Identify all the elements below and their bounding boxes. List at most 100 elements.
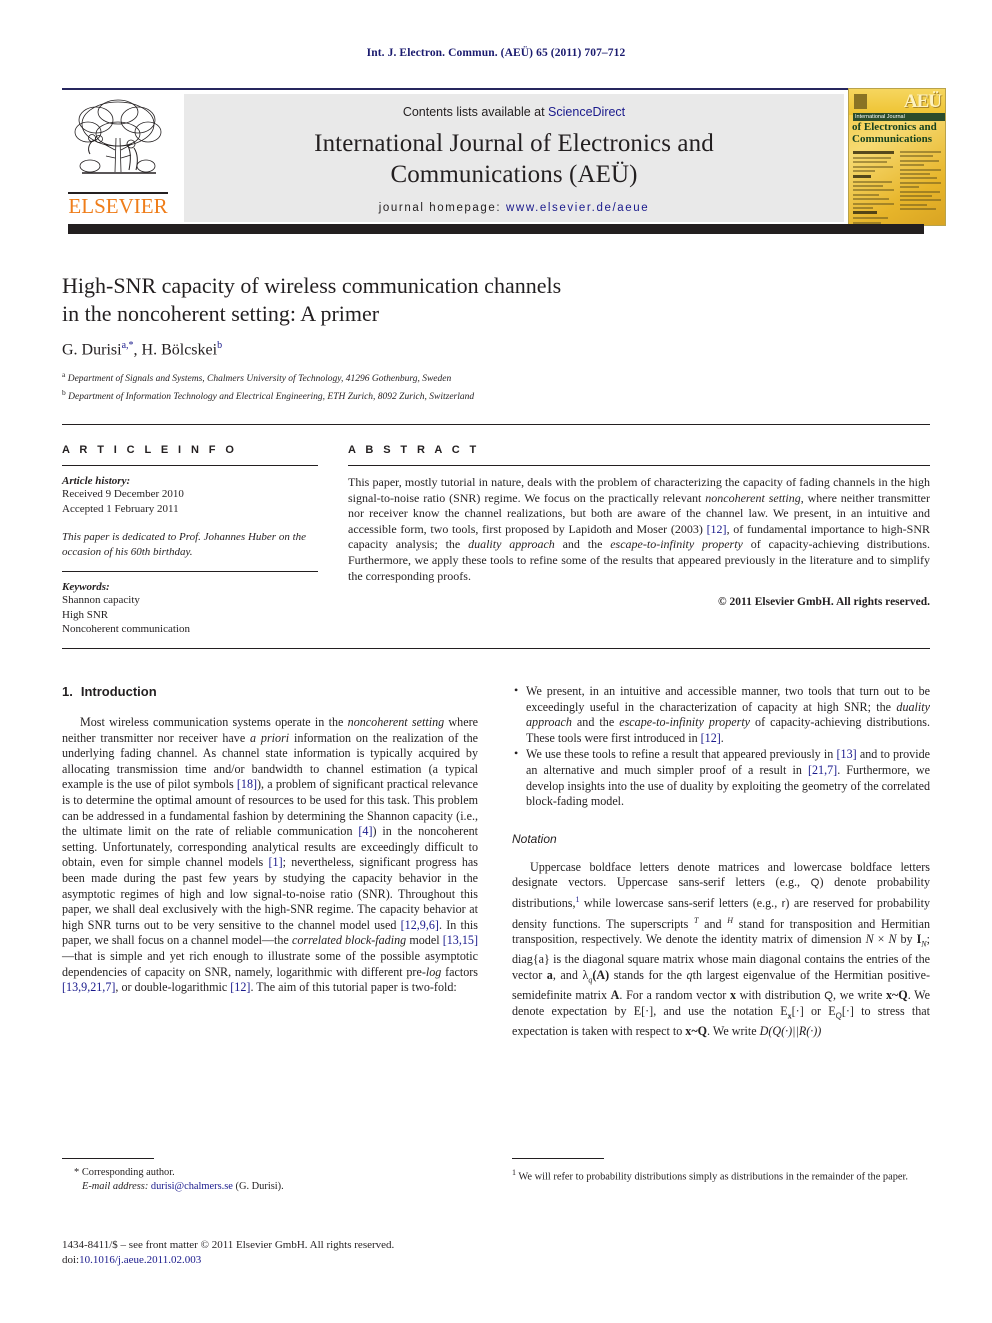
- journal-masthead: ELSEVIER Contents lists available at Sci…: [62, 88, 946, 228]
- citation-ref[interactable]: [13,9,21,7]: [62, 980, 115, 994]
- intro-paragraph-1: Most wireless communication systems oper…: [62, 715, 478, 996]
- footnote-right: 1 We will refer to probability distribut…: [512, 1158, 930, 1184]
- text-seg: or: [803, 1004, 829, 1019]
- issn-copyright-block: 1434-8411/$ – see front matter © 2011 El…: [62, 1238, 562, 1268]
- text-seg: while lowercase sans-serif letters (e.g.…: [579, 895, 782, 910]
- symbol-expectation: E: [828, 1004, 836, 1019]
- citation-ref[interactable]: [18]: [237, 777, 257, 791]
- footnote-left: * Corresponding author. E-mail address: …: [62, 1158, 478, 1194]
- body-left-column: 1. Introduction Most wireless communicati…: [62, 684, 478, 996]
- text-emph: correlated block-fading: [291, 933, 407, 948]
- text-seg: . For a random vector: [619, 987, 730, 1002]
- citation-ref[interactable]: [12]: [230, 980, 250, 994]
- symbol-matrix-A: (A): [592, 967, 610, 982]
- cover-publisher-mark: [854, 94, 867, 109]
- notation-paragraph: Uppercase boldface letters denote matric…: [512, 860, 930, 1040]
- author-list: G. Durisia,*, H. Bölcskeib: [62, 340, 762, 359]
- doi-line: doi:10.1016/j.aeue.2011.02.003: [62, 1253, 562, 1268]
- text-emph: a priori: [250, 730, 290, 745]
- cover-title: of Electronics and Communications: [852, 121, 944, 145]
- paper-title-line1: High-SNR capacity of wireless communicat…: [62, 273, 562, 298]
- text-seg: We present, in an intuitive and accessib…: [526, 684, 930, 714]
- symbol-expectation-brackets: [·]: [791, 1004, 804, 1019]
- abstract-emph: duality approach: [468, 537, 555, 552]
- author-1: G. Durisi: [62, 341, 122, 359]
- article-info-heading: A R T I C L E I N F O: [62, 444, 238, 456]
- text-seg: , and use the notation: [653, 1004, 781, 1019]
- symbol-x-dist-Q: x~Q: [885, 987, 908, 1002]
- corresponding-author-note: * Corresponding author.: [62, 1166, 478, 1180]
- citation-ref[interactable]: [12]: [701, 731, 721, 745]
- text-seg: , and: [552, 967, 583, 982]
- body-right-column: We present, in an intuitive and accessib…: [512, 683, 930, 1040]
- sciencedirect-link[interactable]: ScienceDirect: [548, 105, 625, 119]
- author-2-affil-marker: b: [217, 340, 223, 351]
- email-link[interactable]: durisi@chalmers.se: [151, 1181, 233, 1192]
- affiliation-b: b Department of Information Technology a…: [62, 386, 822, 404]
- affiliation-b-marker: b: [62, 388, 66, 398]
- article-accepted-date: Accepted 1 February 2011: [62, 502, 179, 515]
- homepage-link[interactable]: www.elsevier.de/aeue: [506, 202, 649, 214]
- elsevier-tree-icon: [74, 99, 162, 174]
- doi-label: doi:: [62, 1254, 80, 1266]
- article-info-rule: [62, 465, 318, 466]
- footnote-rule: [512, 1158, 604, 1159]
- list-item: We use these tools to refine a result th…: [514, 746, 930, 809]
- email-note: E-mail address: durisi@chalmers.se (G. D…: [62, 1180, 478, 1194]
- paper-page: Int. J. Electron. Commun. (AEÜ) 65 (2011…: [0, 0, 992, 1323]
- citation-ref[interactable]: [13,15]: [443, 933, 478, 947]
- citation-ref[interactable]: [12,9,6]: [401, 918, 439, 932]
- homepage-prefix: journal homepage:: [378, 202, 507, 214]
- cover-aeu-logo: AEÜ: [903, 91, 942, 112]
- affiliation-b-text: Department of Information Technology and…: [68, 392, 475, 403]
- cover-title-line1: of Electronics and: [852, 121, 937, 133]
- text-seg: Most wireless communication systems oper…: [80, 715, 348, 729]
- text-seg: .: [720, 730, 724, 745]
- paper-title: High-SNR capacity of wireless communicat…: [62, 272, 762, 328]
- text-emph: log: [425, 964, 442, 979]
- text-emph: noncoherent setting: [347, 715, 445, 729]
- abstract-emph: escape-to-infinity property: [610, 537, 743, 552]
- text-emph: escape-to-infinity property: [619, 715, 751, 730]
- cover-banner: International Journal: [853, 113, 945, 121]
- running-head: Int. J. Electron. Commun. (AEÜ) 65 (2011…: [366, 47, 626, 59]
- contributions-list: We present, in an intuitive and accessib…: [512, 683, 930, 810]
- section-heading-introduction: 1. Introduction: [62, 684, 478, 699]
- footnote-1-text: We will refer to probability distributio…: [518, 1171, 909, 1183]
- affiliations: a Department of Signals and Systems, Cha…: [62, 368, 822, 404]
- journal-cover-thumbnail[interactable]: AEÜ International Journal of Electronics…: [848, 88, 946, 226]
- text-seg: and the: [571, 715, 620, 730]
- text-seg: stands for the: [609, 967, 687, 982]
- text-seg: . The aim of this tutorial paper is two-…: [250, 980, 457, 995]
- citation-ref[interactable]: [4]: [358, 824, 372, 838]
- symbol-expectation-brackets: [·]: [841, 1004, 854, 1019]
- keyword-item: High SNR: [62, 608, 109, 621]
- author-1-affil-marker: a,*: [121, 340, 134, 351]
- corresponding-label: Corresponding author.: [81, 1167, 175, 1178]
- text-seg: . We write: [707, 1024, 760, 1039]
- citation-ref[interactable]: [1]: [269, 855, 283, 869]
- symbol-x-dist-Q: x~Q: [685, 1024, 708, 1039]
- cover-title-line2: Communications: [852, 132, 933, 145]
- doi-link[interactable]: 10.1016/j.aeue.2011.02.003: [79, 1254, 201, 1266]
- journal-title-line2: Communications (AEÜ): [390, 161, 638, 188]
- keywords-label: Keywords:: [62, 581, 110, 593]
- info-section-bottom-rule: [62, 648, 930, 649]
- text-seg: factors: [441, 964, 478, 979]
- abstract-rule: [348, 465, 930, 466]
- footnote-1: 1 We will refer to probability distribut…: [512, 1166, 930, 1184]
- text-seg: model: [406, 933, 443, 948]
- journal-title: International Journal of Electronics and…: [184, 128, 844, 190]
- keywords-rule: [62, 571, 318, 572]
- symbol-expectation: E: [780, 1004, 788, 1019]
- affiliation-a-text: Department of Signals and Systems, Chalm…: [67, 374, 452, 385]
- abstract-emph: noncoherent setting: [705, 490, 801, 505]
- article-history-label: Article history:: [62, 475, 131, 487]
- citation-ref[interactable]: [21,7]: [808, 763, 837, 777]
- text-seg: by: [896, 932, 917, 947]
- contents-prefix: Contents lists available at: [402, 105, 549, 119]
- citation-ref[interactable]: [12]: [707, 522, 727, 536]
- article-received-date: Received 9 December 2010: [62, 488, 184, 500]
- list-item: We present, in an intuitive and accessib…: [514, 683, 930, 746]
- citation-ref[interactable]: [13]: [837, 747, 857, 761]
